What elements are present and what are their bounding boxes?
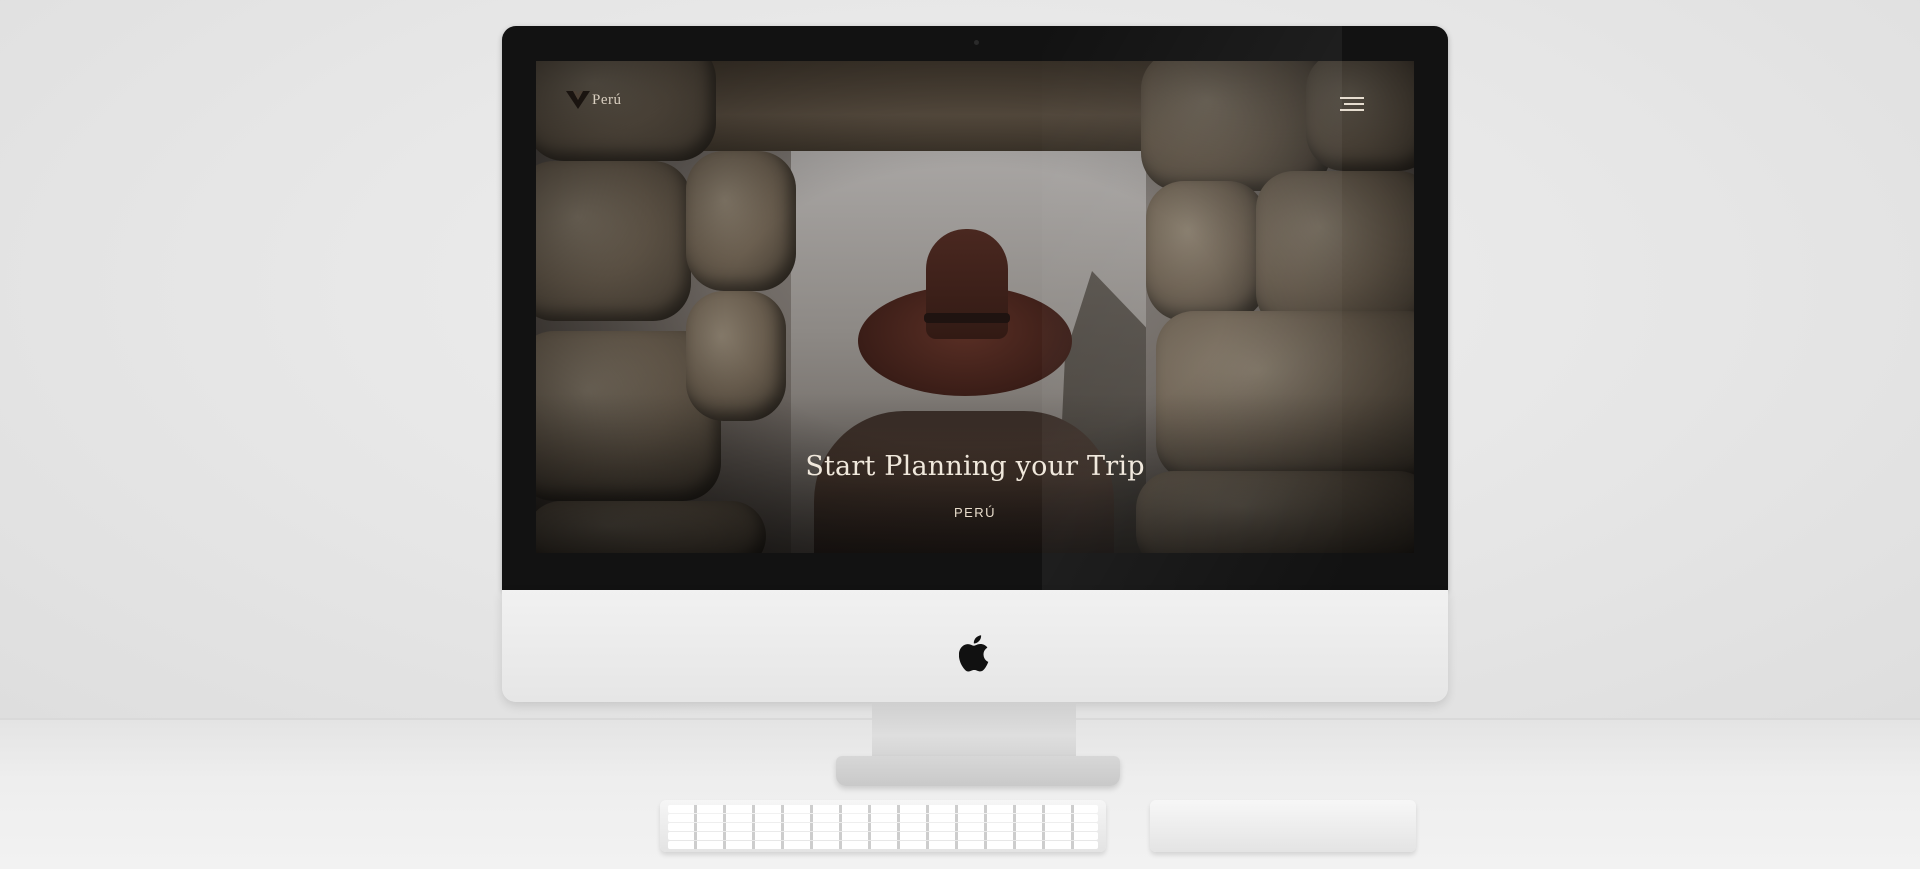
site-logo[interactable]: Perú bbox=[566, 89, 622, 111]
monitor-bezel: Perú Start Planning your Trip PERÚ bbox=[502, 26, 1448, 590]
menu-line bbox=[1340, 109, 1364, 111]
camera-dot bbox=[974, 40, 979, 45]
v-chevron-logo-icon bbox=[566, 91, 590, 109]
keyboard-row bbox=[668, 832, 1098, 840]
menu-line bbox=[1340, 97, 1364, 99]
keyboard-row bbox=[668, 805, 1098, 813]
screen-glare bbox=[1042, 26, 1342, 590]
menu-line bbox=[1344, 103, 1364, 105]
hamburger-menu-button[interactable] bbox=[1340, 97, 1364, 111]
imac-monitor: Perú Start Planning your Trip PERÚ bbox=[502, 26, 1448, 786]
apple-logo-icon bbox=[959, 635, 989, 672]
keyboard-row bbox=[668, 814, 1098, 822]
monitor-stand-base bbox=[836, 756, 1120, 786]
keyboard bbox=[660, 800, 1106, 852]
keyboard-row bbox=[668, 841, 1098, 849]
monitor-stand-neck bbox=[872, 702, 1076, 758]
monitor-chin bbox=[502, 590, 1448, 702]
site-brand-name: Perú bbox=[592, 91, 622, 108]
keyboard-row bbox=[668, 823, 1098, 831]
trackpad bbox=[1150, 800, 1416, 852]
